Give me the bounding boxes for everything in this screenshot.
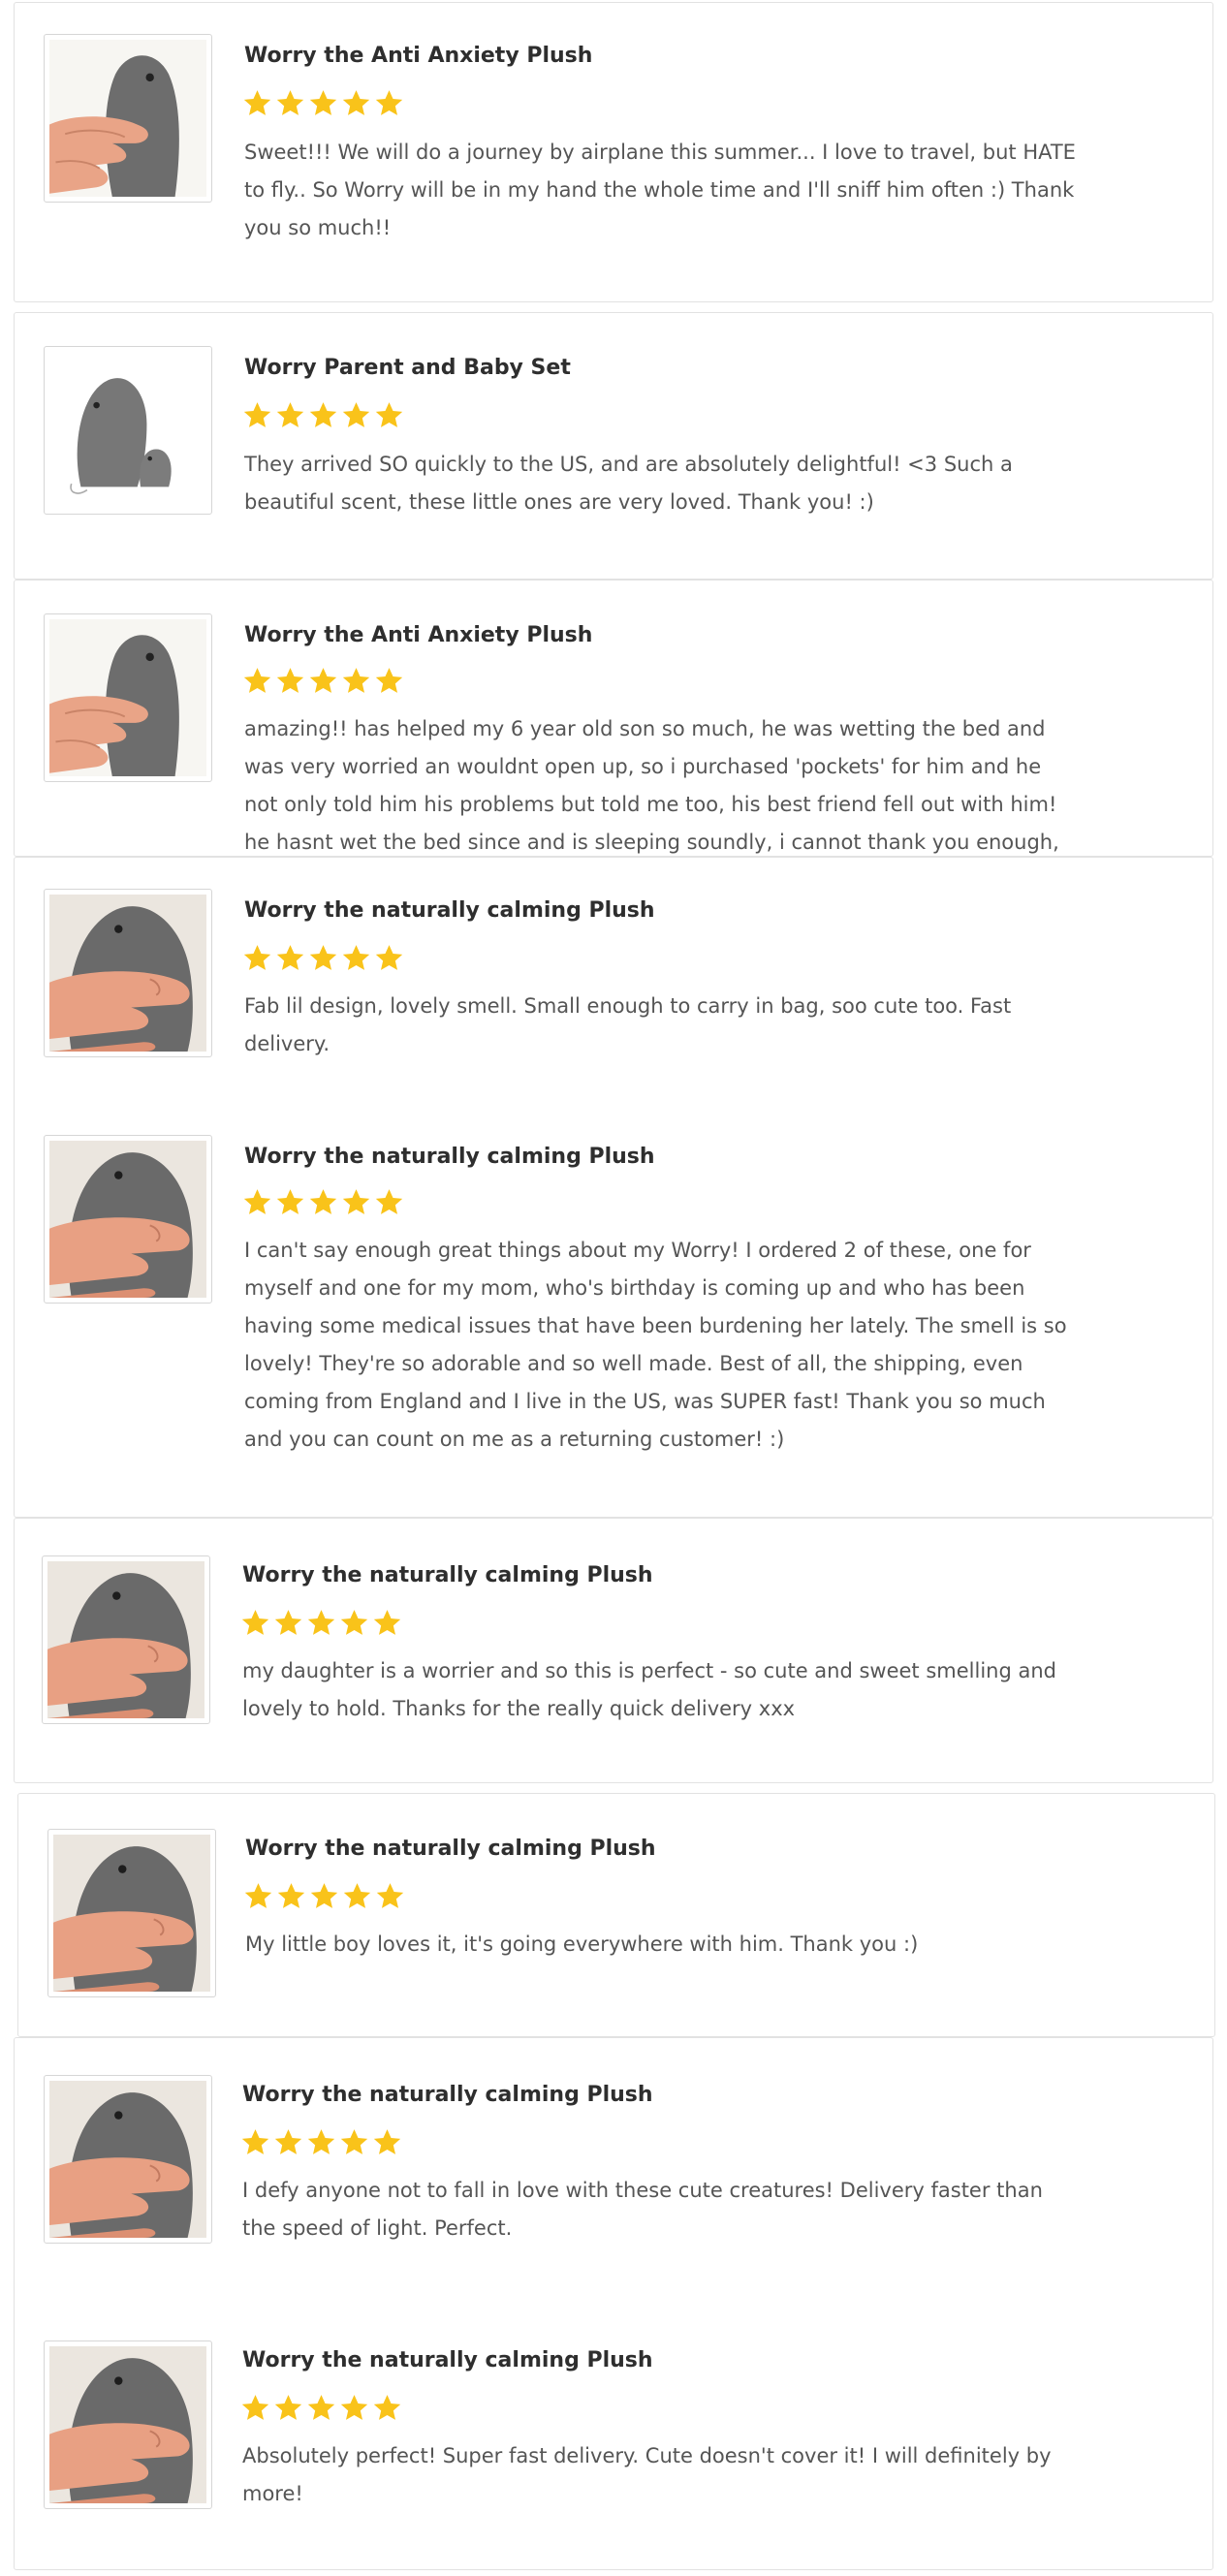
star-icon: [374, 1187, 404, 1217]
review-card: Worry the naturally calming Plush my dau…: [14, 1518, 1213, 1783]
review-card: Worry the naturally calming Plush Fab li…: [14, 857, 1213, 1518]
star-icon: [372, 2127, 402, 2157]
star-icon: [339, 2393, 369, 2423]
review-text: Sweet!!! We will do a journey by airplan…: [244, 141, 1076, 239]
product-title[interactable]: Worry Parent and Baby Set: [244, 356, 571, 380]
star-icon: [242, 88, 272, 118]
star-rating: [242, 400, 404, 430]
review-text: My little boy loves it, it's going every…: [245, 1932, 919, 1956]
star-icon: [308, 1187, 338, 1217]
plush-photo: [49, 1141, 206, 1298]
plush-photo: [49, 619, 206, 776]
review-text: They arrived SO quickly to the US, and a…: [244, 453, 1013, 514]
star-icon: [339, 2127, 369, 2157]
product-title[interactable]: Worry the naturally calming Plush: [242, 2083, 653, 2107]
star-icon: [275, 1187, 305, 1217]
product-title[interactable]: Worry the naturally calming Plush: [244, 898, 655, 923]
star-icon: [306, 2127, 336, 2157]
star-icon: [273, 2393, 303, 2423]
star-icon: [275, 88, 305, 118]
star-rating: [242, 1187, 404, 1217]
star-icon: [374, 666, 404, 696]
star-icon: [341, 88, 371, 118]
star-icon: [308, 666, 338, 696]
product-thumbnail[interactable]: [47, 1829, 216, 1997]
review-card: Worry Parent and Baby Set They arrived S…: [14, 312, 1213, 580]
product-title[interactable]: Worry the Anti Anxiety Plush: [244, 44, 592, 68]
product-thumbnail[interactable]: [44, 2075, 212, 2244]
star-icon: [341, 1187, 371, 1217]
star-icon: [275, 943, 305, 973]
review-text: Absolutely perfect! Super fast delivery.…: [242, 2444, 1052, 2505]
star-icon: [308, 88, 338, 118]
star-icon: [341, 666, 371, 696]
star-icon: [276, 1881, 306, 1911]
plush-photo: [49, 2081, 206, 2238]
product-title[interactable]: Worry the naturally calming Plush: [244, 1145, 655, 1169]
product-title[interactable]: Worry the naturally calming Plush: [242, 1563, 653, 1587]
star-rating: [242, 88, 404, 118]
star-icon: [240, 1608, 270, 1638]
star-icon: [275, 400, 305, 430]
star-icon: [273, 2127, 303, 2157]
product-thumbnail[interactable]: [44, 2340, 212, 2509]
review-card: Worry the naturally calming Plush My lit…: [17, 1793, 1215, 2037]
plush-photo: [49, 895, 206, 1052]
star-rating: [242, 666, 404, 696]
star-icon: [242, 1187, 272, 1217]
star-icon: [306, 2393, 336, 2423]
star-icon: [372, 2393, 402, 2423]
star-icon: [374, 943, 404, 973]
star-icon: [242, 666, 272, 696]
product-thumbnail[interactable]: [44, 34, 212, 203]
star-icon: [242, 400, 272, 430]
product-thumbnail[interactable]: [44, 346, 212, 515]
plush-photo: [49, 40, 206, 197]
product-thumbnail[interactable]: [44, 889, 212, 1057]
star-icon: [341, 943, 371, 973]
product-thumbnail[interactable]: [44, 613, 212, 782]
review-text: I can't say enough great things about my…: [244, 1239, 1067, 1451]
star-rating: [240, 1608, 402, 1638]
review-text: my daughter is a worrier and so this is …: [242, 1659, 1056, 1720]
review-text: I defy anyone not to fall in love with t…: [242, 2179, 1043, 2240]
product-thumbnail[interactable]: [42, 1555, 210, 1724]
star-rating: [240, 2393, 402, 2423]
star-rating: [240, 2127, 402, 2157]
star-icon: [341, 400, 371, 430]
product-title[interactable]: Worry the Anti Anxiety Plush: [244, 623, 592, 647]
star-icon: [309, 1881, 339, 1911]
star-icon: [374, 88, 404, 118]
product-thumbnail[interactable]: [44, 1135, 212, 1304]
star-rating: [243, 1881, 405, 1911]
star-rating: [242, 943, 404, 973]
review-text: Fab lil design, lovely smell. Small enou…: [244, 994, 1012, 1055]
star-icon: [339, 1608, 369, 1638]
plush-photo: [49, 352, 206, 509]
star-icon: [240, 2127, 270, 2157]
product-title[interactable]: Worry the naturally calming Plush: [242, 2348, 653, 2372]
review-card: Worry the Anti Anxiety Plush amazing!! h…: [14, 580, 1213, 857]
star-icon: [273, 1608, 303, 1638]
plush-photo: [49, 2346, 206, 2503]
review-card: Worry the Anti Anxiety Plush Sweet!!! We…: [14, 2, 1213, 302]
star-icon: [242, 943, 272, 973]
plush-photo: [53, 1835, 210, 1992]
star-icon: [342, 1881, 372, 1911]
star-icon: [375, 1881, 405, 1911]
product-title[interactable]: Worry the naturally calming Plush: [245, 1837, 656, 1861]
star-icon: [374, 400, 404, 430]
star-icon: [306, 1608, 336, 1638]
star-icon: [308, 943, 338, 973]
star-icon: [275, 666, 305, 696]
star-icon: [243, 1881, 273, 1911]
star-icon: [240, 2393, 270, 2423]
star-icon: [372, 1608, 402, 1638]
plush-photo: [47, 1561, 204, 1718]
review-text: amazing!! has helped my 6 year old son s…: [244, 717, 1059, 854]
star-icon: [308, 400, 338, 430]
review-card: Worry the naturally calming Plush I defy…: [14, 2037, 1213, 2570]
